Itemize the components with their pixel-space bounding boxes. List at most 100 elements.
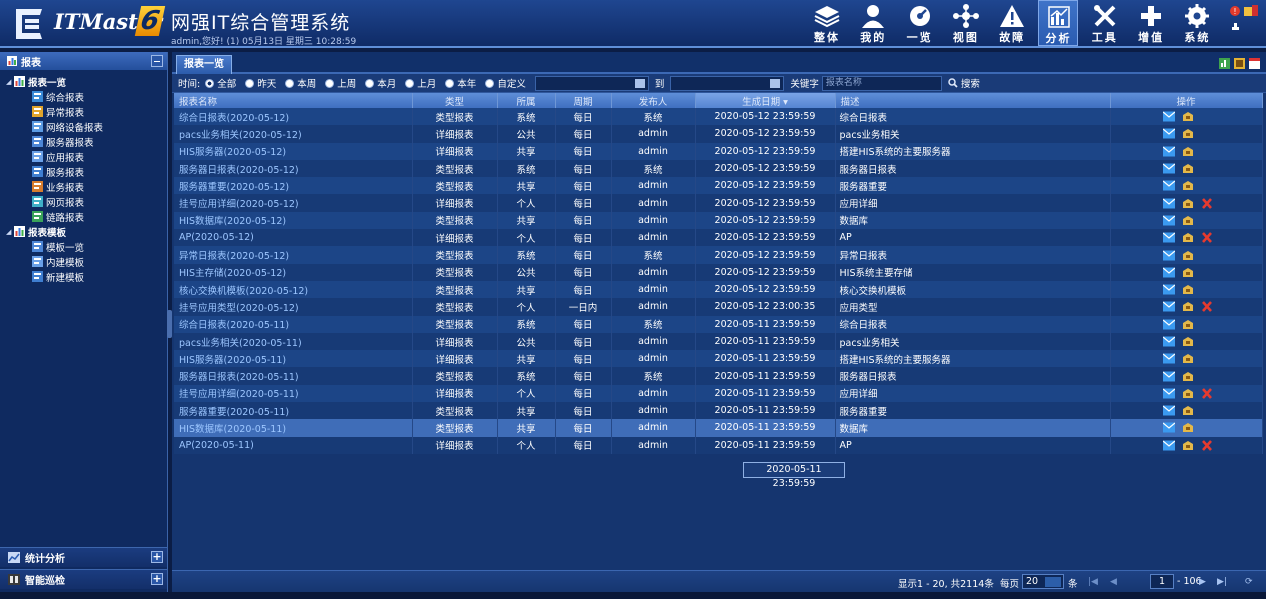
email-icon[interactable] [1162, 146, 1175, 157]
cell-name[interactable]: 综合日报表(2020-05-11) [174, 315, 413, 333]
search-button[interactable]: 搜索 [948, 76, 980, 90]
column-header[interactable]: 所属 [497, 93, 556, 108]
delete-icon[interactable] [1201, 388, 1213, 399]
cell-name[interactable]: pacs业务相关(2020-05-11) [174, 332, 413, 351]
tree-item[interactable]: 链路报表 [0, 209, 167, 224]
nav-item-dashboard[interactable]: 一览 [900, 0, 940, 46]
calendar-icon[interactable] [770, 78, 781, 88]
prev-page-icon[interactable]: ◀ [1110, 577, 1117, 587]
cell-name[interactable]: 挂号应用详细(2020-05-12) [174, 194, 413, 212]
archive-icon[interactable] [1182, 336, 1194, 347]
radio-button-icon[interactable] [445, 78, 455, 88]
delete-icon[interactable] [1201, 232, 1213, 244]
table-row[interactable]: 服务器日报表(2020-05-12) 类型报表 系统 每日 系统 2020-05-12 2… [174, 159, 1263, 178]
time-radio-option[interactable]: 本周 [285, 76, 316, 90]
nav-item-gear[interactable]: 系统 [1177, 0, 1217, 46]
tree-item[interactable]: 新建模板 [0, 269, 167, 284]
keyword-input[interactable]: 报表名称 [821, 75, 942, 91]
calendar-icon[interactable] [634, 78, 645, 88]
export-chart-icon[interactable] [1219, 58, 1230, 69]
email-icon[interactable] [1162, 440, 1175, 451]
email-icon[interactable] [1162, 405, 1175, 416]
sidebar-collapse-button[interactable] [151, 55, 163, 67]
start-date-input[interactable] [534, 75, 649, 91]
cell-name[interactable]: HIS数据库(2020-05-11) [174, 419, 413, 437]
column-header[interactable]: 操作 [1110, 93, 1263, 108]
end-date-input[interactable] [670, 75, 785, 91]
first-page-icon[interactable]: |◀ [1088, 577, 1098, 587]
chevron-down-icon[interactable] [1045, 577, 1061, 587]
table-row[interactable]: 异常日报表(2020-05-12) 类型报表 系统 每日 系统 2020-05-12 23… [174, 246, 1263, 264]
tree-item[interactable]: 服务器报表 [0, 134, 167, 149]
table-row[interactable]: HIS主存储(2020-05-12) 类型报表 公共 每日 admin 2020-05-1… [174, 263, 1263, 281]
email-icon[interactable] [1162, 198, 1175, 209]
nav-item-chart[interactable]: 分析 [1038, 0, 1079, 46]
calendar-icon[interactable] [1249, 58, 1260, 69]
time-radio-option[interactable]: 全部 [205, 76, 236, 90]
table-row[interactable]: HIS数据库(2020-05-12) 类型报表 共享 每日 admin 2020-05-1… [174, 211, 1263, 230]
tree-item[interactable]: 网络设备报表 [0, 119, 167, 134]
column-header[interactable]: 发布人 [611, 93, 696, 108]
radio-button-icon[interactable] [365, 78, 375, 88]
smart-inspection-section[interactable]: 智能巡检 + [0, 569, 167, 589]
table-row[interactable]: AP(2020-05-12) 详细报表 个人 每日 admin 2020-05-12 23… [174, 229, 1263, 247]
column-header[interactable]: 类型 [412, 93, 498, 108]
table-row[interactable]: HIS服务器(2020-05-11) 详细报表 共享 每日 admin 2020-05-1… [174, 350, 1263, 368]
table-row[interactable]: pacs业务相关(2020-05-11) 详细报表 公共 每日 admin 2020-05… [174, 332, 1263, 351]
alert-icons[interactable]: ! [1226, 3, 1262, 37]
nav-item-layers[interactable]: 整体 [807, 0, 847, 46]
tree-group[interactable]: ◢ 报表一览 [0, 74, 167, 89]
archive-icon[interactable] [1182, 301, 1194, 312]
refresh-icon[interactable]: ⟳ [1245, 577, 1253, 587]
column-header[interactable]: 报表名称 [174, 93, 413, 108]
time-radio-option[interactable]: 本年 [445, 76, 476, 90]
column-header[interactable]: 周期 [555, 93, 612, 108]
archive-icon[interactable] [1182, 198, 1194, 209]
next-page-icon[interactable]: ▶ [1199, 577, 1206, 587]
email-icon[interactable] [1162, 284, 1175, 295]
table-row[interactable]: 综合日报表(2020-05-12) 类型报表 系统 每日 系统 2020-05-12 23… [174, 108, 1263, 126]
tree-item[interactable]: 模板一览 [0, 239, 167, 254]
cell-name[interactable]: AP(2020-05-11) [174, 436, 413, 454]
archive-icon[interactable] [1182, 371, 1194, 382]
export-image-icon[interactable] [1234, 58, 1245, 69]
archive-icon[interactable] [1182, 232, 1194, 243]
expand-arrow-icon[interactable]: ◢ [6, 78, 14, 86]
email-icon[interactable] [1162, 267, 1175, 278]
tree-item[interactable]: 服务报表 [0, 164, 167, 179]
archive-icon[interactable] [1182, 111, 1194, 122]
email-icon[interactable] [1162, 250, 1175, 261]
table-row[interactable]: 服务器重要(2020-05-12) 类型报表 共享 每日 admin 2020-05-12… [174, 177, 1263, 195]
delete-icon[interactable] [1201, 439, 1213, 451]
time-radio-option[interactable]: 本月 [365, 76, 396, 90]
radio-button-icon[interactable] [245, 78, 255, 88]
archive-icon[interactable] [1182, 388, 1194, 399]
expand-plus-icon[interactable]: + [151, 551, 163, 563]
nav-item-tools[interactable]: 工具 [1085, 0, 1125, 46]
delete-icon[interactable] [1201, 301, 1213, 313]
table-row[interactable]: 综合日报表(2020-05-11) 类型报表 系统 每日 系统 2020-05-11 23… [174, 315, 1263, 333]
archive-icon[interactable] [1182, 319, 1194, 330]
stats-analysis-section[interactable]: 统计分析 + [0, 547, 167, 567]
delete-icon[interactable] [1201, 197, 1213, 209]
radio-button-icon[interactable] [485, 78, 495, 88]
page-number-input[interactable]: 1 [1150, 574, 1174, 589]
email-icon[interactable] [1162, 215, 1175, 226]
time-radio-option[interactable]: 自定义 [485, 76, 526, 90]
archive-icon[interactable] [1182, 180, 1194, 191]
table-row[interactable]: 核心交换机模板(2020-05-12) 类型报表 共享 每日 admin 2020-05-… [174, 280, 1263, 299]
cell-name[interactable]: 服务器重要(2020-05-11) [174, 402, 413, 420]
tree-item[interactable]: 网页报表 [0, 194, 167, 209]
cell-name[interactable]: 挂号应用详细(2020-05-11) [174, 384, 413, 403]
archive-icon[interactable] [1182, 128, 1194, 139]
radio-button-icon[interactable] [205, 78, 215, 88]
cell-name[interactable]: AP(2020-05-12) [174, 229, 413, 247]
email-icon[interactable] [1162, 128, 1175, 139]
nav-item-plus[interactable]: 增值 [1131, 0, 1171, 46]
time-radio-option[interactable]: 上月 [405, 76, 436, 90]
nav-item-user[interactable]: 我的 [853, 0, 893, 46]
archive-icon[interactable] [1182, 353, 1194, 364]
archive-icon[interactable] [1182, 440, 1194, 451]
expand-plus-icon[interactable]: + [151, 573, 163, 585]
table-row[interactable]: 服务器日报表(2020-05-11) 类型报表 系统 每日 系统 2020-05-11 2… [174, 367, 1263, 385]
